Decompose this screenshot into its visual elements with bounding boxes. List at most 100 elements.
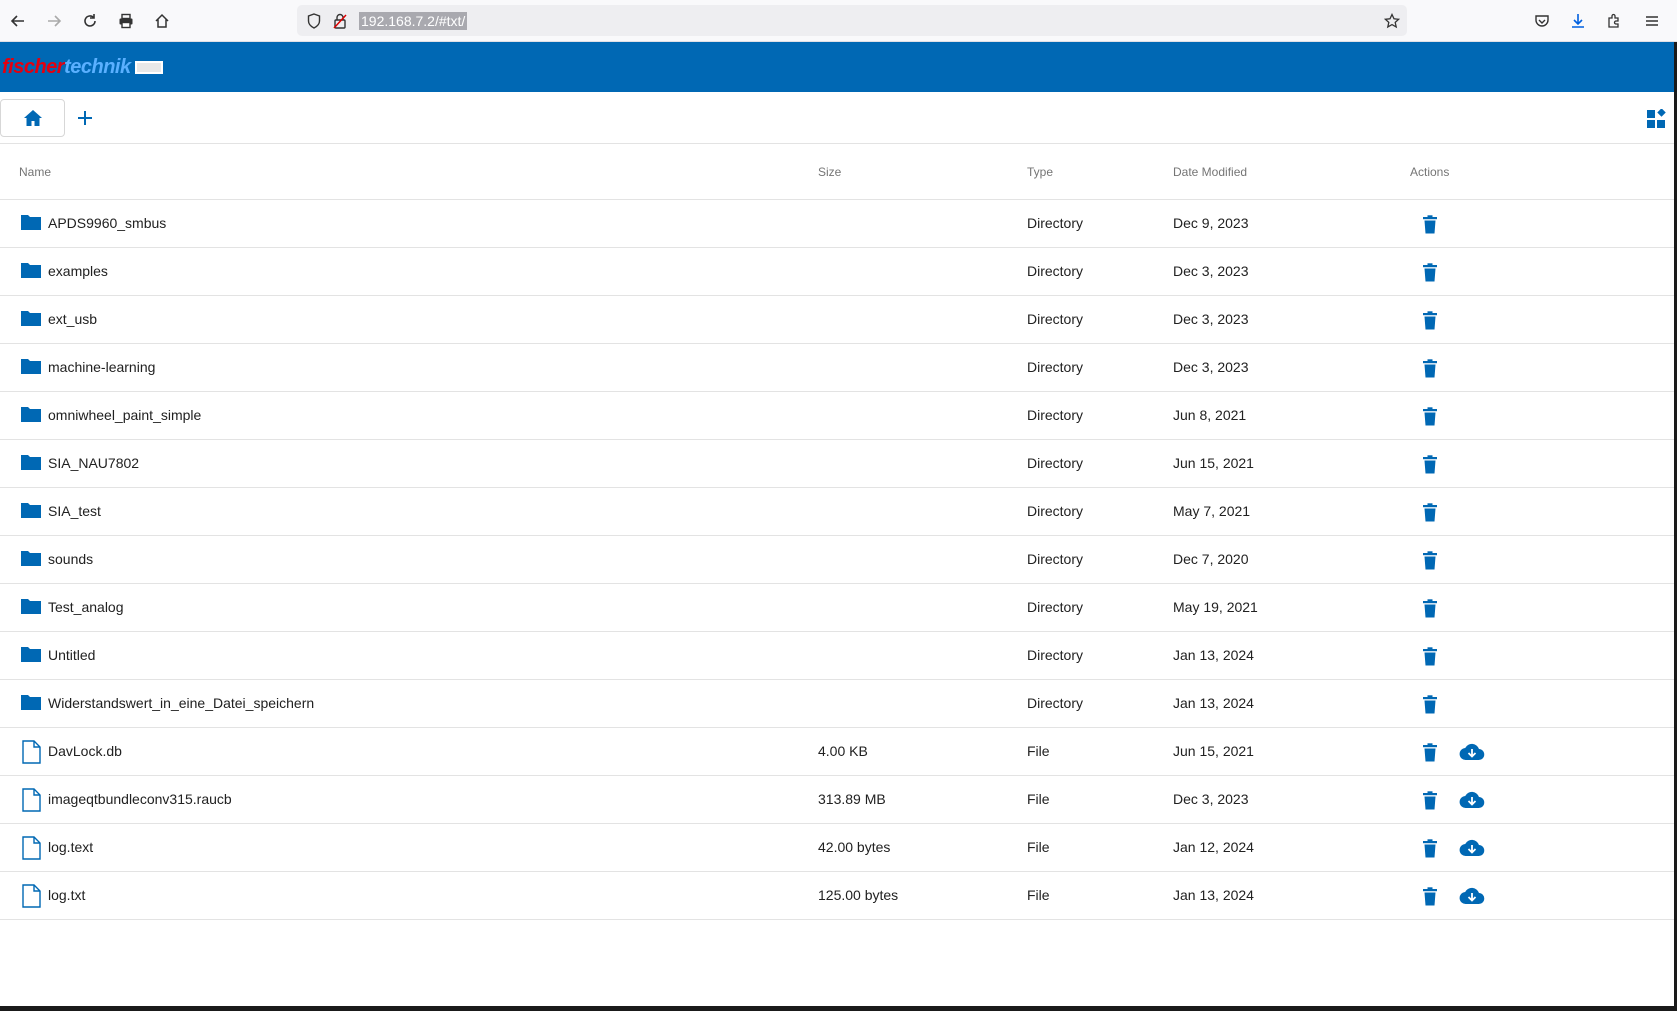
header-name[interactable]: Name bbox=[19, 165, 51, 179]
file-date-modified: Jun 15, 2021 bbox=[1173, 455, 1254, 471]
delete-icon[interactable] bbox=[1418, 356, 1442, 380]
file-type: Directory bbox=[1027, 647, 1084, 663]
url-text[interactable]: 192.168.7.2/#txt/ bbox=[359, 12, 468, 30]
folder-icon bbox=[20, 548, 42, 570]
insecure-lock-icon[interactable] bbox=[331, 12, 349, 30]
table-row[interactable]: SIA_test Directory May 7, 2021 bbox=[0, 488, 1677, 536]
file-icon bbox=[20, 884, 42, 908]
delete-icon[interactable] bbox=[1418, 740, 1442, 764]
browser-toolbar: 192.168.7.2/#txt/ bbox=[0, 0, 1677, 42]
extensions-icon[interactable] bbox=[1602, 9, 1626, 33]
file-name[interactable]: omniwheel_paint_simple bbox=[48, 406, 201, 424]
folder-icon bbox=[20, 404, 42, 426]
file-name[interactable]: Test_analog bbox=[48, 598, 124, 616]
file-name[interactable]: log.txt bbox=[48, 886, 85, 904]
header-date-modified[interactable]: Date Modified bbox=[1173, 165, 1247, 179]
delete-icon[interactable] bbox=[1418, 500, 1442, 524]
pocket-icon[interactable] bbox=[1530, 9, 1554, 33]
table-row[interactable]: DavLock.db 4.00 KB File Jun 15, 2021 bbox=[0, 728, 1677, 776]
back-arrow-icon[interactable] bbox=[6, 9, 30, 33]
folder-icon bbox=[20, 500, 42, 522]
cloud-download-icon[interactable] bbox=[1457, 884, 1487, 908]
file-type: Directory bbox=[1027, 455, 1084, 471]
file-date-modified: Jan 12, 2024 bbox=[1173, 839, 1254, 855]
file-name[interactable]: APDS9960_smbus bbox=[48, 214, 166, 232]
file-type: Directory bbox=[1027, 311, 1084, 327]
delete-icon[interactable] bbox=[1418, 212, 1442, 236]
table-row[interactable]: log.text 42.00 bytes File Jan 12, 2024 bbox=[0, 824, 1677, 872]
delete-icon[interactable] bbox=[1418, 596, 1442, 620]
delete-icon[interactable] bbox=[1418, 452, 1442, 476]
file-name[interactable]: imageqtbundleconv315.raucb bbox=[48, 790, 232, 808]
file-name[interactable]: log.text bbox=[48, 838, 93, 856]
table-row[interactable]: log.txt 125.00 bytes File Jan 13, 2024 bbox=[0, 872, 1677, 920]
table-row[interactable]: ext_usb Directory Dec 3, 2023 bbox=[0, 296, 1677, 344]
file-name[interactable]: Untitled bbox=[48, 646, 95, 664]
file-size: 42.00 bytes bbox=[818, 839, 891, 855]
home-tab[interactable] bbox=[0, 99, 65, 137]
delete-icon[interactable] bbox=[1418, 548, 1442, 572]
delete-icon[interactable] bbox=[1418, 260, 1442, 284]
file-type: File bbox=[1027, 839, 1050, 855]
folder-icon bbox=[20, 356, 42, 378]
file-date-modified: Jan 13, 2024 bbox=[1173, 695, 1254, 711]
file-name[interactable]: ext_usb bbox=[48, 310, 97, 328]
table-row[interactable]: Widerstandswert_in_eine_Datei_speichern D… bbox=[0, 680, 1677, 728]
table-row[interactable]: examples Directory Dec 3, 2023 bbox=[0, 248, 1677, 296]
table-row[interactable]: omniwheel_paint_simple Directory Jun 8, 20… bbox=[0, 392, 1677, 440]
url-bar[interactable]: 192.168.7.2/#txt/ bbox=[297, 5, 1407, 36]
logo-text-technik: technik bbox=[64, 56, 131, 78]
table-row[interactable]: Test_analog Directory May 19, 2021 bbox=[0, 584, 1677, 632]
table-row[interactable]: imageqtbundleconv315.raucb 313.89 MB File D… bbox=[0, 776, 1677, 824]
file-name[interactable]: SIA_NAU7802 bbox=[48, 454, 139, 472]
cloud-download-icon[interactable] bbox=[1457, 788, 1487, 812]
cloud-download-icon[interactable] bbox=[1457, 740, 1487, 764]
dashboard-icon bbox=[1647, 109, 1666, 128]
table-row[interactable]: machine-learning Directory Dec 3, 2023 bbox=[0, 344, 1677, 392]
file-date-modified: May 7, 2021 bbox=[1173, 503, 1251, 519]
delete-icon[interactable] bbox=[1418, 692, 1442, 716]
shield-icon[interactable] bbox=[305, 12, 323, 30]
file-type: Directory bbox=[1027, 407, 1084, 423]
folder-icon bbox=[20, 452, 42, 474]
delete-icon[interactable] bbox=[1418, 404, 1442, 428]
table-row[interactable]: sounds Directory Dec 7, 2020 bbox=[0, 536, 1677, 584]
file-name[interactable]: examples bbox=[48, 262, 108, 280]
file-date-modified: Jan 13, 2024 bbox=[1173, 647, 1254, 663]
folder-icon bbox=[20, 596, 42, 618]
bookmark-star-icon[interactable] bbox=[1383, 12, 1401, 30]
cloud-download-icon[interactable] bbox=[1457, 836, 1487, 860]
delete-icon[interactable] bbox=[1418, 836, 1442, 860]
file-name[interactable]: DavLock.db bbox=[48, 742, 122, 760]
delete-icon[interactable] bbox=[1418, 308, 1442, 332]
header-size[interactable]: Size bbox=[818, 165, 841, 179]
file-name[interactable]: machine-learning bbox=[48, 358, 155, 376]
delete-icon[interactable] bbox=[1418, 884, 1442, 908]
home-icon[interactable] bbox=[150, 9, 174, 33]
table-row[interactable]: APDS9960_smbus Directory Dec 9, 2023 bbox=[0, 200, 1677, 248]
file-name[interactable]: SIA_test bbox=[48, 502, 101, 520]
table-row[interactable]: SIA_NAU7802 Directory Jun 15, 2021 bbox=[0, 440, 1677, 488]
file-size: 125.00 bytes bbox=[818, 887, 899, 903]
reload-icon[interactable] bbox=[78, 9, 102, 33]
delete-icon[interactable] bbox=[1418, 644, 1442, 668]
download-icon[interactable] bbox=[1566, 9, 1590, 33]
table-row[interactable]: Untitled Directory Jan 13, 2024 bbox=[0, 632, 1677, 680]
file-date-modified: Dec 3, 2023 bbox=[1173, 359, 1249, 375]
file-size: 313.89 MB bbox=[818, 791, 886, 807]
header-type[interactable]: Type bbox=[1027, 165, 1053, 179]
file-icon bbox=[20, 740, 42, 764]
file-date-modified: Jun 15, 2021 bbox=[1173, 743, 1254, 759]
file-name[interactable]: sounds bbox=[48, 550, 93, 568]
file-toolbar bbox=[0, 93, 1677, 144]
delete-icon[interactable] bbox=[1418, 788, 1442, 812]
file-type: Directory bbox=[1027, 215, 1084, 231]
print-icon[interactable] bbox=[114, 9, 138, 33]
file-date-modified: May 19, 2021 bbox=[1173, 599, 1258, 615]
file-name[interactable]: Widerstandswert_in_eine_Datei_speichern bbox=[48, 694, 314, 712]
dashboard-button[interactable] bbox=[1644, 107, 1668, 131]
home-icon bbox=[23, 110, 42, 126]
menu-icon[interactable] bbox=[1640, 9, 1664, 33]
add-tab-button[interactable] bbox=[73, 106, 97, 130]
forward-arrow-icon[interactable] bbox=[42, 9, 66, 33]
